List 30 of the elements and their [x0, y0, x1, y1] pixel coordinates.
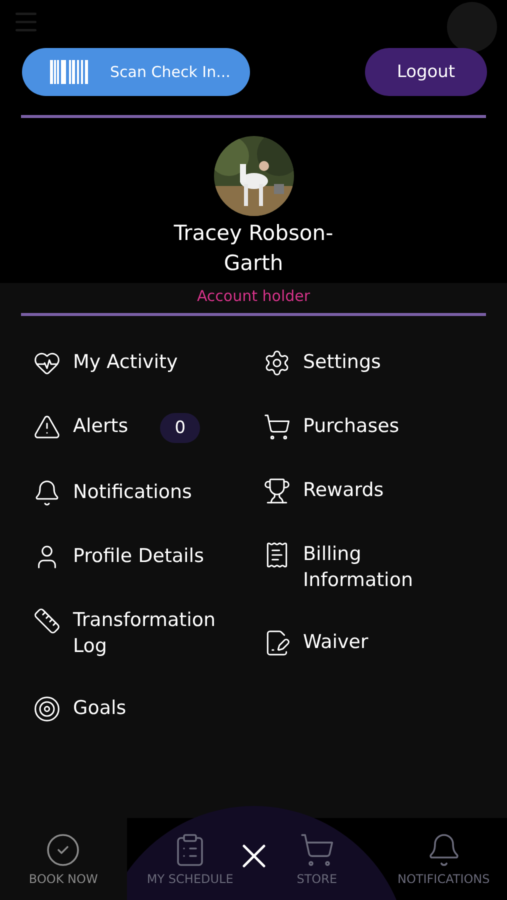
profile-name: Tracey Robson-Garth: [172, 220, 334, 277]
nav-tab[interactable]: MY SCHEDULE: [126, 818, 254, 900]
nav-tab[interactable]: NOTIFICATIONS: [380, 818, 507, 900]
logout-button[interactable]: Logout: [365, 48, 487, 96]
avatar[interactable]: [447, 2, 497, 52]
nav-tab[interactable]: STORE: [254, 818, 380, 900]
menu-item[interactable]: Alerts: [73, 413, 128, 439]
barcode-icon: [50, 60, 88, 84]
account-role: Account holder: [196, 286, 312, 305]
menu-item[interactable]: Notifications: [73, 479, 192, 505]
menu-item[interactable]: Waiver: [303, 629, 368, 655]
bell-icon: [33, 479, 61, 507]
settings-icon: [263, 349, 291, 377]
nav-tab[interactable]: BOOK NOW: [0, 818, 127, 900]
menu-item[interactable]: Goals: [73, 695, 126, 721]
menu-item[interactable]: Settings: [303, 349, 381, 375]
ruler-icon: [33, 607, 61, 635]
menu-item[interactable]: Profile Details: [73, 543, 204, 569]
menu-item[interactable]: My Activity: [73, 349, 178, 375]
menu-item[interactable]: Rewards: [303, 477, 384, 503]
menu-item[interactable]: Billing Information: [303, 541, 453, 593]
cart-icon: [298, 832, 335, 868]
cart-icon: [263, 413, 291, 441]
menu-item[interactable]: Purchases: [303, 413, 400, 439]
alert-count: 0: [160, 413, 200, 443]
menu-item[interactable]: Transformation Log: [73, 607, 223, 659]
target-icon: [33, 695, 61, 723]
trophy-icon: [263, 477, 291, 505]
warning-icon: [33, 413, 61, 441]
check-circle-icon: [45, 832, 82, 868]
